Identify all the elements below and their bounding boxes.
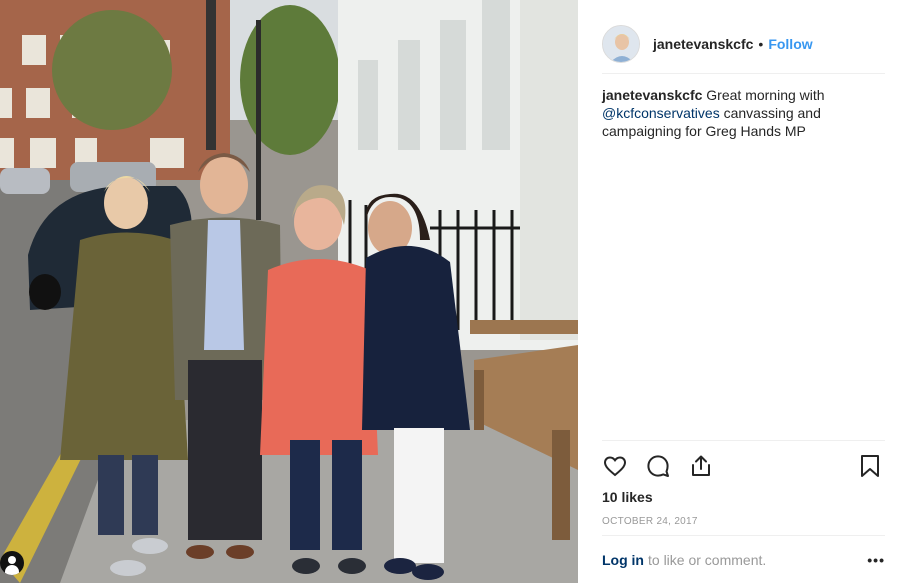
post-date: OCTOBER 24, 2017 — [602, 516, 698, 527]
comment-prompt-text: to like or comment. — [648, 551, 767, 568]
more-options-button[interactable]: ••• — [867, 552, 885, 568]
caption-text-before: Great morning with — [706, 87, 825, 103]
post-side-panel: janetevanskcfc • Follow janetevanskcfc G… — [578, 0, 900, 583]
user-icon-body — [5, 565, 19, 575]
user-icon[interactable] — [0, 551, 24, 575]
avatar-image — [603, 25, 639, 62]
heart-icon[interactable] — [602, 453, 628, 479]
comment-bar: Log in to like or comment. ••• — [602, 535, 885, 583]
comment-icon[interactable] — [645, 453, 671, 479]
post-caption: janetevanskcfc Great morning with @kcfco… — [602, 86, 862, 140]
avatar[interactable] — [602, 24, 640, 63]
post-header: janetevanskcfc • Follow — [602, 14, 885, 74]
likes-count[interactable]: 10 likes — [602, 489, 653, 505]
header-separator: • — [758, 35, 764, 52]
follow-button[interactable]: Follow — [768, 36, 812, 52]
caption-mention-link[interactable]: @kcfconservatives — [602, 105, 720, 121]
post-actions — [602, 440, 885, 490]
share-icon[interactable] — [688, 453, 714, 479]
post-photo[interactable] — [0, 0, 578, 583]
caption-username[interactable]: janetevanskcfc — [602, 87, 702, 103]
login-link[interactable]: Log in — [602, 552, 644, 568]
username-link[interactable]: janetevanskcfc — [653, 36, 753, 52]
photo-illustration — [0, 0, 578, 583]
bookmark-icon[interactable] — [857, 453, 883, 479]
user-icon-head — [8, 556, 16, 564]
